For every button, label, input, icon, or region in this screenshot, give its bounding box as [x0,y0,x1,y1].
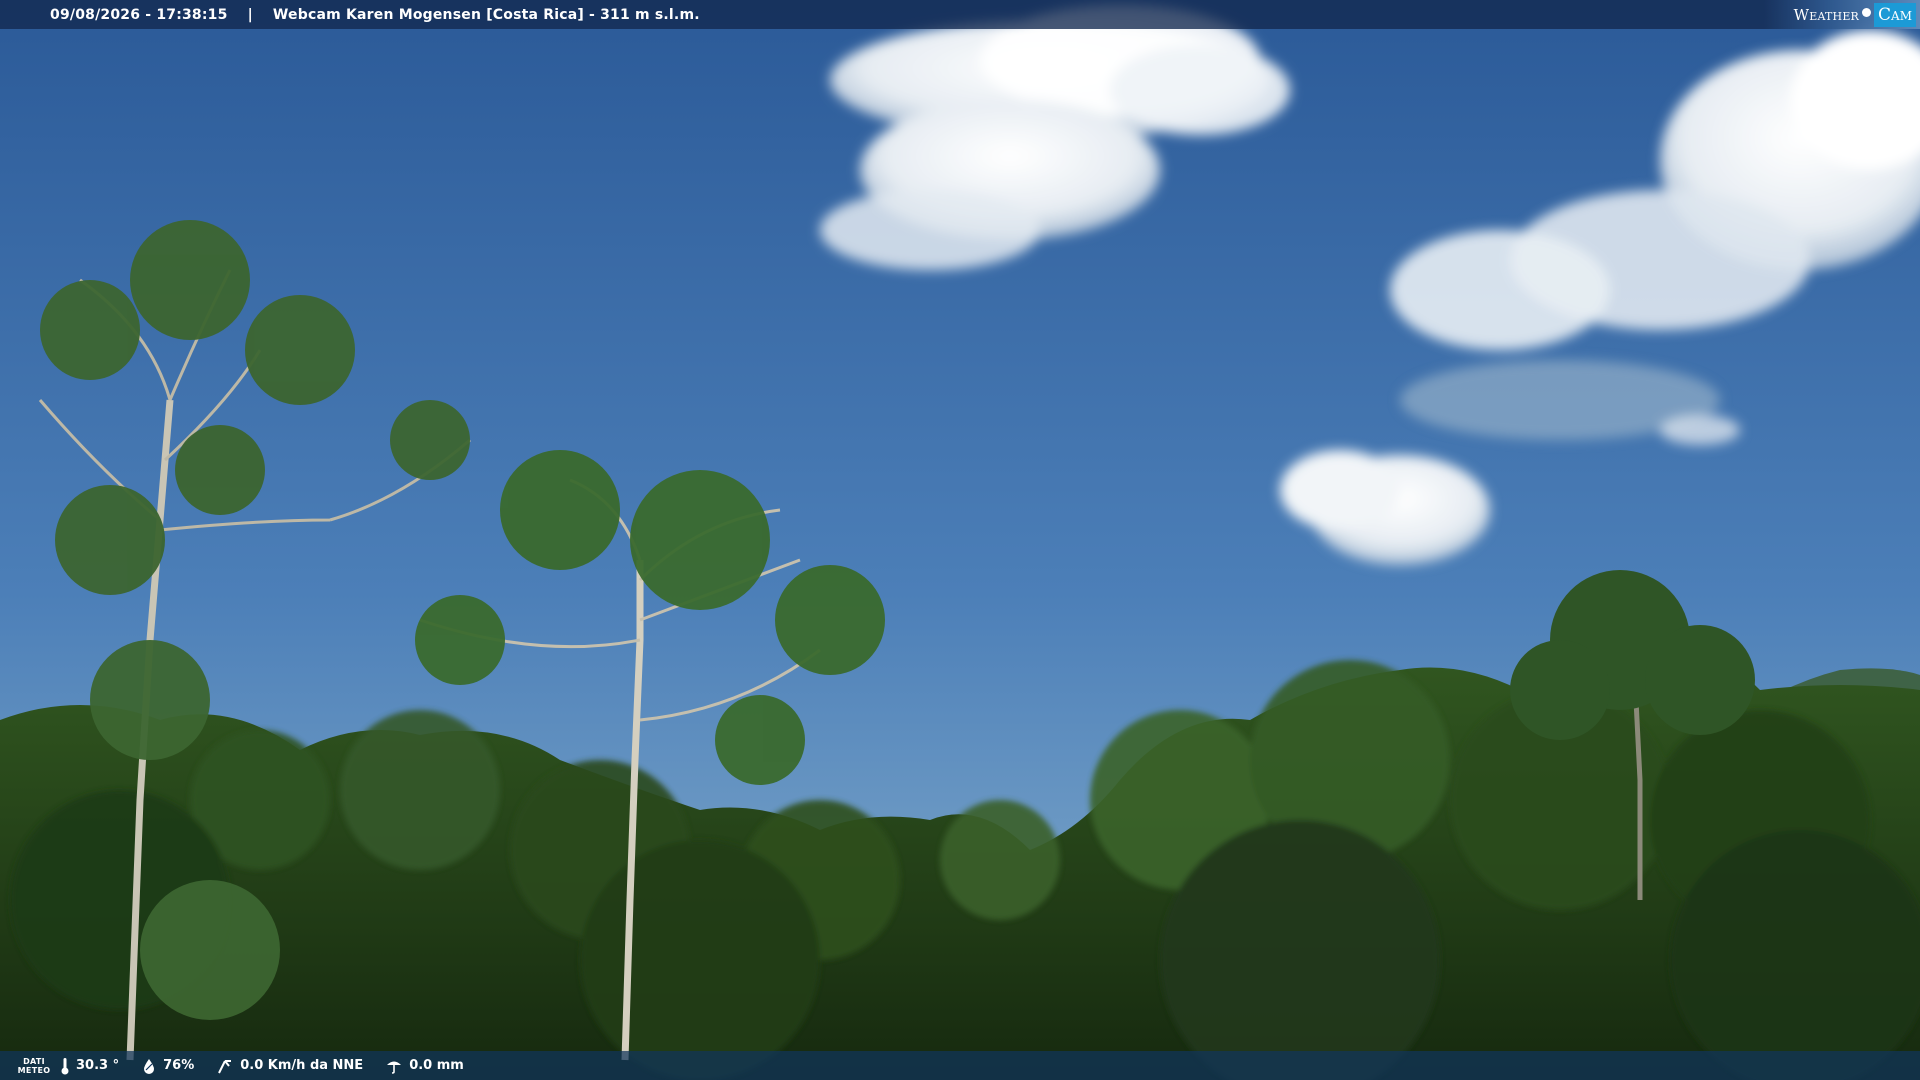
wind-value: 0.0 Km/h da NNE [240,1058,364,1073]
webcam-frame: 09/08/2026 - 17:38:15 | Webcam Karen Mog… [0,0,1920,1080]
rain-gauge-icon [387,1061,402,1074]
rain-reading: 0.0 mm [385,1058,464,1074]
dati-meteo-line2: METEO [17,1065,51,1075]
brand-cam-text: Cam [1874,2,1916,27]
temperature-reading: 30.3 ° [60,1057,119,1075]
webcam-image [0,0,1920,1080]
weather-data-bar: DATI METEO 30.3 ° 76% 0.0 Km/h da NNE 0.… [0,1051,1920,1080]
webcam-title: Webcam Karen Mogensen [Costa Rica] - 311… [272,6,700,23]
wind-reading: 0.0 Km/h da NNE [216,1058,363,1074]
dati-meteo-label: DATI METEO [16,1057,52,1075]
weathercam-logo: Weather Cam [1763,0,1920,29]
capture-datetime: 09/08/2026 - 17:38:15 [50,6,228,23]
humidity-drop-icon [144,1058,155,1074]
thermometer-icon [61,1057,69,1074]
brand-weather-text: Weather [1793,5,1860,24]
temperature-value: 30.3 ° [76,1058,120,1073]
brand-dot-icon [1862,8,1872,17]
rain-value: 0.0 mm [409,1058,464,1073]
dati-meteo-line1: DATI [23,1056,45,1066]
humidity-value: 76% [163,1058,195,1073]
humidity-reading: 76% [141,1058,194,1074]
wind-icon [218,1059,232,1073]
top-info-bar: 09/08/2026 - 17:38:15 | Webcam Karen Mog… [0,0,1920,29]
header-separator: | [247,6,253,23]
